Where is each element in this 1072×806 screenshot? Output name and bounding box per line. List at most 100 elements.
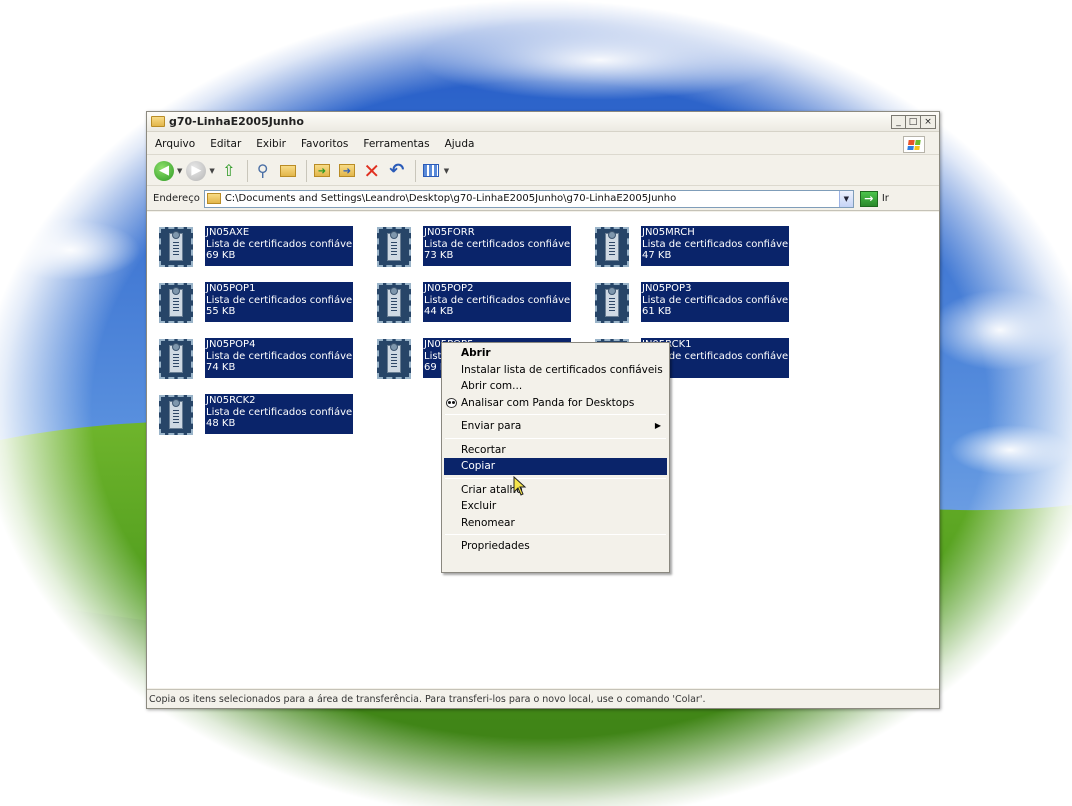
menu-ajuda[interactable]: Ajuda [443, 137, 477, 151]
menu-separator [445, 534, 666, 535]
undo-icon[interactable]: ↶ [386, 160, 408, 182]
certificate-list-icon [377, 227, 411, 267]
file-size: 74 KB [206, 362, 236, 373]
forward-dropdown-icon[interactable]: ▼ [209, 167, 214, 175]
file-item[interactable]: JN05POP2 Lista de certificados confiávei… [375, 282, 571, 326]
file-type: Lista de certificados confiáveis [206, 238, 353, 250]
menu-item-label: Enviar para [461, 420, 522, 432]
file-label: JN05POP3 Lista de certificados confiávei… [641, 282, 789, 322]
menu-editar[interactable]: Editar [208, 137, 243, 151]
file-type: Lista de certificados confiáveis [206, 350, 353, 362]
views-dropdown-icon[interactable]: ▼ [444, 167, 449, 175]
views-icon[interactable] [420, 160, 442, 182]
file-item[interactable]: JN05AXE Lista de certificados confiáveis… [157, 226, 353, 270]
file-type: Lista de certificados confiáveis [424, 238, 571, 250]
file-name: JN05POP4 [206, 339, 256, 350]
file-name: JN05AXE [206, 227, 250, 238]
go-arrow-icon[interactable]: → [859, 190, 878, 207]
menu-favoritos[interactable]: Favoritos [299, 137, 350, 151]
file-size: 55 KB [206, 306, 236, 317]
close-button[interactable]: × [921, 115, 936, 129]
go-button[interactable]: Ir [882, 193, 889, 204]
file-name: JN05RCK2 [206, 395, 256, 406]
menu-arquivo[interactable]: Arquivo [153, 137, 197, 151]
menu-item-instalar[interactable]: Instalar lista de certificados confiávei… [444, 362, 667, 379]
file-item[interactable]: JN05FORR Lista de certificados confiávei… [375, 226, 571, 270]
menu-separator [445, 477, 666, 479]
menu-item-label: Analisar com Panda for Desktops [461, 396, 635, 409]
move-to-icon[interactable]: ➜ [311, 160, 333, 182]
context-menu: Abrir Instalar lista de certificados con… [441, 342, 670, 573]
certificate-list-icon [377, 283, 411, 323]
back-icon[interactable]: ◀ [153, 160, 175, 182]
menu-item-abrir-com[interactable]: Abrir com... [444, 378, 667, 395]
file-label: JN05MRCH Lista de certificados confiávei… [641, 226, 789, 266]
file-size: 61 KB [642, 306, 672, 317]
address-label: Endereço [153, 193, 200, 204]
file-label: JN05POP2 Lista de certificados confiávei… [423, 282, 571, 322]
address-field[interactable]: C:\Documents and Settings\Leandro\Deskto… [203, 189, 854, 208]
menu-item-abrir[interactable]: Abrir [444, 345, 667, 362]
certificate-list-icon [159, 227, 193, 267]
menu-separator [445, 437, 666, 439]
folder-icon [151, 116, 165, 127]
caption-buttons: _ □ × [891, 115, 936, 129]
status-text: Copia os itens selecionados para a área … [149, 694, 706, 705]
search-icon[interactable]: ⚲ [252, 160, 274, 182]
title-bar[interactable]: g70-LinhaE2005Junho _ □ × [147, 112, 939, 132]
mouse-pointer-icon [513, 476, 527, 496]
file-type: Lista de certificados confiáveis [642, 294, 789, 306]
back-dropdown-icon[interactable]: ▼ [177, 167, 182, 175]
certificate-list-icon [159, 395, 193, 435]
file-label: JN05POP1 Lista de certificados confiávei… [205, 282, 353, 322]
menu-item-analisar-panda[interactable]: Analisar com Panda for Desktops [444, 395, 667, 412]
address-dropdown-icon[interactable]: ▼ [838, 190, 853, 207]
minimize-button[interactable]: _ [891, 115, 906, 129]
file-size: 73 KB [424, 250, 454, 261]
maximize-button[interactable]: □ [906, 115, 921, 129]
file-type: Lista de certificados confiáveis [424, 294, 571, 306]
copy-to-icon[interactable]: ➜ [336, 160, 358, 182]
certificate-list-icon [159, 283, 193, 323]
toolbar-separator [246, 159, 248, 182]
file-item[interactable]: JN05RCK2 Lista de certificados confiávei… [157, 394, 353, 438]
forward-icon[interactable]: ▶ [185, 160, 207, 182]
file-name: JN05POP1 [206, 283, 256, 294]
menu-item-copiar[interactable]: Copiar [444, 458, 667, 475]
menu-exibir[interactable]: Exibir [254, 137, 288, 151]
file-size: 44 KB [424, 306, 454, 317]
toolbar: ◀ ▼ ▶ ▼ ⇧ ⚲ ➜ ➜ ✕ ↶ ▼ [147, 156, 939, 186]
menu-item-renomear[interactable]: Renomear [444, 515, 667, 532]
menu-item-excluir[interactable]: Excluir [444, 498, 667, 515]
file-item[interactable]: JN05MRCH Lista de certificados confiávei… [593, 226, 789, 270]
folders-icon[interactable] [277, 160, 299, 182]
menu-item-propriedades[interactable]: Propriedades [444, 538, 667, 555]
file-label: JN05AXE Lista de certificados confiáveis… [205, 226, 353, 266]
window-title: g70-LinhaE2005Junho [169, 115, 304, 128]
certificate-list-icon [595, 283, 629, 323]
toolbar-separator [305, 159, 307, 182]
file-item[interactable]: JN05POP3 Lista de certificados confiávei… [593, 282, 789, 326]
certificate-list-icon [595, 227, 629, 267]
certificate-list-icon [159, 339, 193, 379]
certificate-list-icon [377, 339, 411, 379]
address-path[interactable]: C:\Documents and Settings\Leandro\Deskto… [225, 193, 676, 204]
file-type: Lista de certificados confiáveis [206, 294, 353, 306]
submenu-arrow-icon: ▶ [654, 421, 661, 430]
menu-item-enviar-para[interactable]: Enviar para ▶ [444, 418, 667, 435]
folder-icon [206, 193, 221, 204]
file-label: JN05POP4 Lista de certificados confiávei… [205, 338, 353, 378]
file-item[interactable]: JN05POP1 Lista de certificados confiávei… [157, 282, 353, 326]
file-name: JN05POP2 [424, 283, 474, 294]
panda-icon [446, 397, 457, 408]
up-folder-icon[interactable]: ⇧ [218, 160, 240, 182]
file-label: JN05RCK2 Lista de certificados confiávei… [205, 394, 353, 434]
file-item[interactable]: JN05POP4 Lista de certificados confiávei… [157, 338, 353, 382]
delete-icon[interactable]: ✕ [361, 159, 383, 183]
menu-ferramentas[interactable]: Ferramentas [361, 137, 431, 151]
file-type: Lista de certificados confiáveis [642, 238, 789, 250]
menu-item-criar-atalho[interactable]: Criar atalho [444, 482, 667, 499]
toolbar-separator [414, 159, 416, 182]
file-name: JN05MRCH [642, 227, 695, 238]
menu-item-recortar[interactable]: Recortar [444, 442, 667, 459]
